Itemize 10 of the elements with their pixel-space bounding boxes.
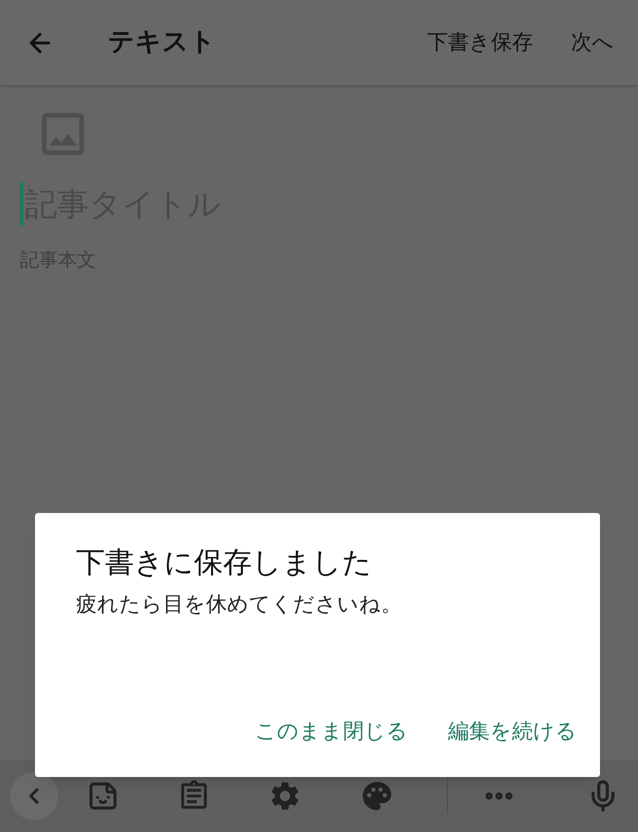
dialog-button[interactable]: このまま閉じる — [255, 716, 408, 747]
dialog-title: 下書きに保存しました — [76, 544, 373, 581]
collapse-button[interactable] — [10, 772, 58, 820]
sticker-icon[interactable] — [86, 780, 119, 812]
page-title: テキスト — [108, 26, 216, 59]
text-cursor — [20, 182, 23, 226]
dialog-message: 疲れたら目を休めてくださいね。 — [76, 590, 403, 618]
save-draft-button[interactable]: 下書き保存 — [427, 26, 533, 58]
dialog-button[interactable]: 編集を続ける — [448, 716, 577, 747]
next-button[interactable]: 次へ — [571, 26, 614, 58]
